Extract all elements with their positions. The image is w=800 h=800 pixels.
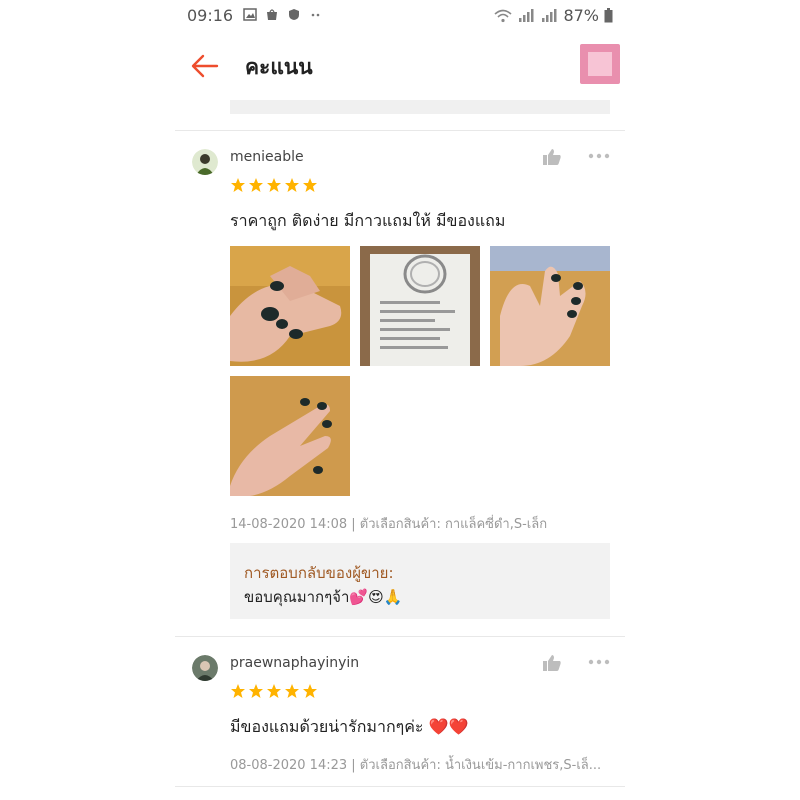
star-icon (249, 684, 263, 698)
battery-percent: 87% (563, 6, 599, 25)
star-icon (249, 178, 263, 192)
signal-icon-2 (542, 8, 557, 22)
thumbs-up-icon[interactable] (542, 654, 562, 672)
review-item: menieable ราคาถูก ติดง่าย มีกาวแถมให้ มี… (175, 131, 625, 636)
seller-reply-label: การตอบกลับของผู้ขาย: (244, 564, 394, 582)
divider (175, 786, 625, 787)
review-meta: 14-08-2020 14:08 | ตัวเลือกสินค้า: กาแล็… (230, 517, 548, 532)
previous-review-tail (230, 100, 610, 114)
review-photo[interactable] (490, 246, 610, 366)
star-rating (230, 683, 318, 699)
review-text: ราคาถูก ติดง่าย มีกาวแถมให้ มีของแถม (230, 211, 506, 230)
status-time: 09:16 (187, 6, 234, 25)
star-icon (285, 178, 299, 192)
review-meta: 08-08-2020 14:23 | ตัวเลือกสินค้า: น้ำเง… (230, 758, 602, 773)
star-icon (267, 684, 281, 698)
more-options-icon[interactable] (588, 659, 610, 665)
review-username[interactable]: praewnaphayinyin (230, 655, 359, 671)
bag-icon (267, 9, 277, 20)
review-photo[interactable] (360, 246, 480, 366)
review-text: มีของแถมด้วยน่ารักมากๆค่ะ ❤️❤️ (230, 717, 469, 736)
signal-icon (519, 8, 534, 22)
star-icon (267, 178, 281, 192)
wifi-icon (494, 9, 512, 22)
star-icon (285, 684, 299, 698)
app-screen: 09:16 87% คะแนน menieable ราคาถูก ติดง่า… (175, 0, 625, 800)
review-item: praewnaphayinyin มีของแถมด้วยน่ารักมากๆค… (175, 637, 625, 800)
more-notifications-icon (311, 13, 320, 17)
page-title: คะแนน (245, 55, 313, 79)
avatar[interactable] (192, 655, 218, 681)
star-icon (231, 178, 245, 192)
product-thumbnail-image (588, 52, 612, 76)
more-options-icon[interactable] (588, 153, 610, 159)
star-icon (303, 684, 317, 698)
shield-icon (289, 9, 299, 20)
star-rating (230, 177, 318, 193)
review-photo[interactable] (230, 376, 350, 496)
status-bar: 09:16 87% (175, 0, 625, 32)
notification-icons (243, 8, 323, 21)
review-photo[interactable] (230, 246, 350, 366)
star-icon (303, 178, 317, 192)
header: คะแนน (175, 34, 625, 98)
battery-icon (604, 8, 613, 23)
seller-reply-text: ขอบคุณมากๆจ้า💕😍🙏 (244, 588, 403, 606)
star-icon (231, 684, 245, 698)
thumbs-up-icon[interactable] (542, 148, 562, 166)
product-thumbnail[interactable] (580, 44, 620, 84)
seller-reply: การตอบกลับของผู้ขาย: ขอบคุณมากๆจ้า💕😍🙏 (230, 543, 610, 619)
review-username[interactable]: menieable (230, 149, 304, 165)
back-arrow-icon[interactable] (189, 50, 221, 82)
avatar[interactable] (192, 149, 218, 175)
gallery-icon (243, 8, 257, 21)
status-right: 87% (494, 6, 613, 25)
